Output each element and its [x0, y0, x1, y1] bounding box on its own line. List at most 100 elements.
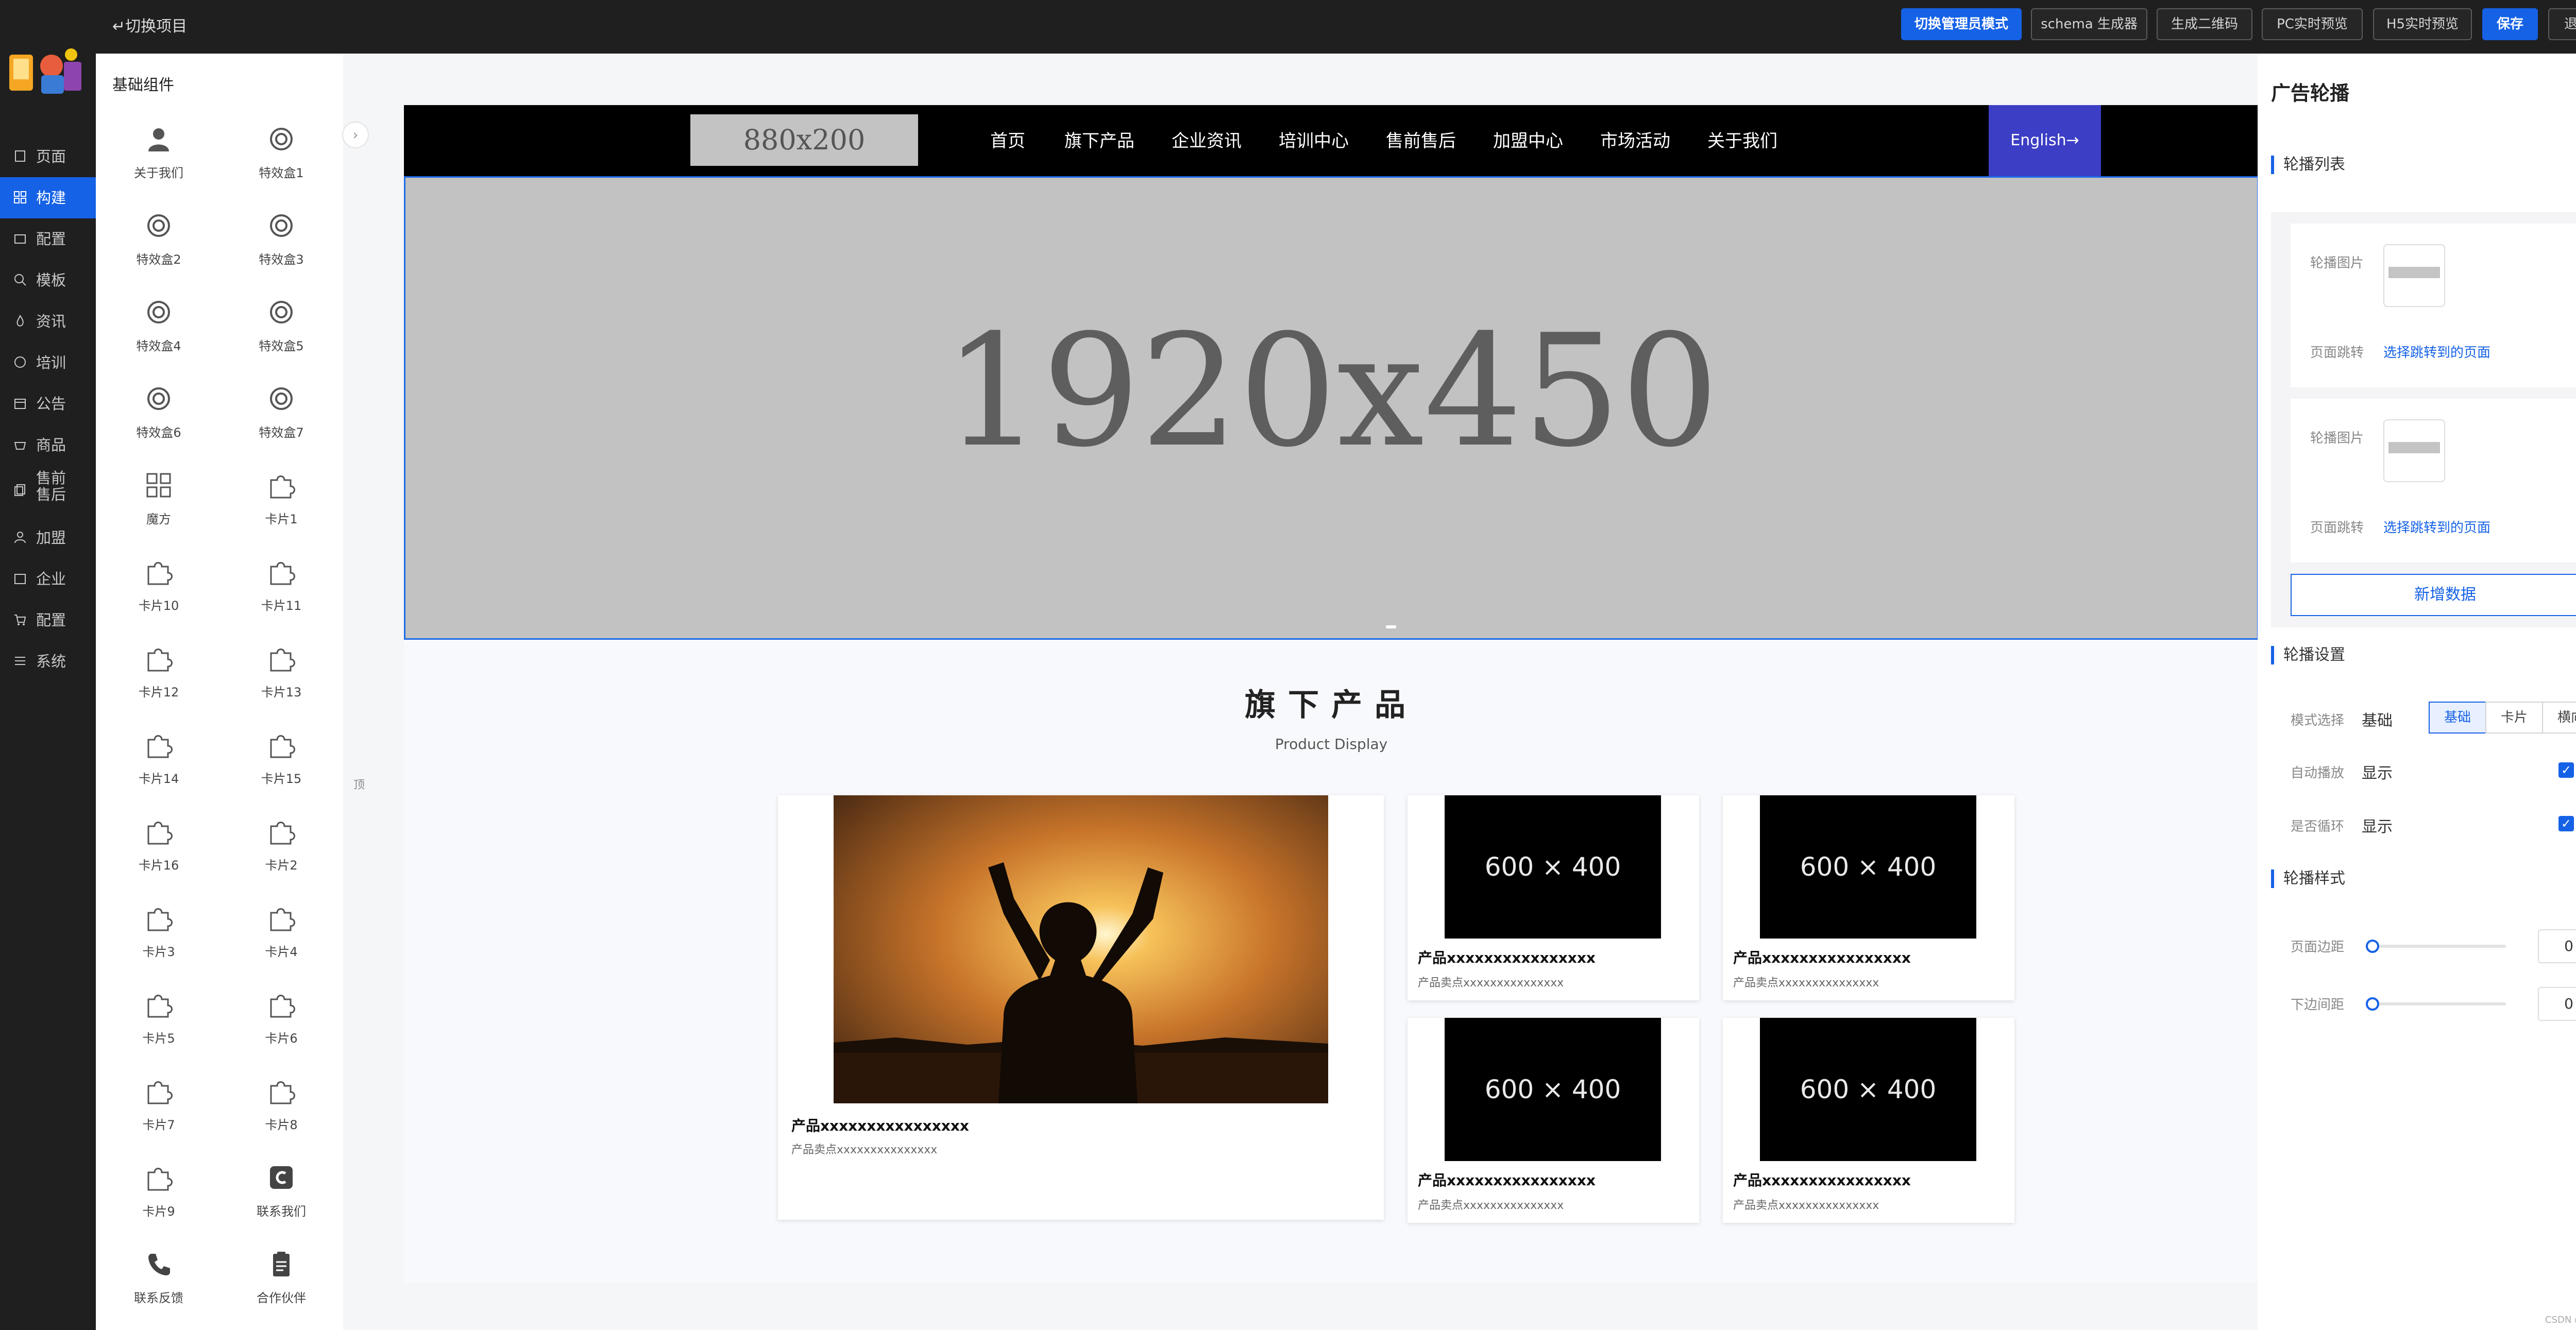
select-jump-page-link[interactable]: 选择跳转到的页面: [2383, 342, 2490, 361]
contact-icon: [270, 1166, 293, 1189]
field-label: 轮播图片: [2310, 431, 2364, 446]
save-button[interactable]: 保存: [2482, 8, 2538, 40]
page-margin-slider-handle[interactable]: [2366, 940, 2379, 953]
product-card-small[interactable]: 600 × 400 产品xxxxxxxxxxxxxxxx 产品卖点xxxxxxx…: [1723, 795, 2014, 1000]
component-effect-box-3[interactable]: 特效盒3: [230, 211, 333, 288]
nav-label: 系统: [36, 653, 66, 670]
autoplay-value: 显示: [2362, 764, 2393, 782]
generate-qrcode-button[interactable]: 生成二维码: [2157, 8, 2252, 40]
loop-checkbox[interactable]: ✓: [2558, 816, 2574, 831]
component-label: 卡片10: [138, 599, 179, 613]
component-effect-box-6[interactable]: 特效盒6: [107, 384, 210, 462]
nav-item-aftersales[interactable]: 售前售后: [0, 466, 96, 515]
nav-item-news[interactable]: 资讯: [0, 301, 96, 342]
carousel-item: 轮播图片 页面跳转 选择跳转到的页面: [2291, 224, 2576, 387]
page-margin-input[interactable]: 0: [2538, 929, 2576, 963]
component-card-14[interactable]: 卡片14: [107, 730, 210, 808]
list-icon: [15, 657, 25, 665]
autoplay-checkbox[interactable]: ✓: [2558, 762, 2574, 778]
carousel-image-thumb[interactable]: [2383, 244, 2445, 307]
component-card-16[interactable]: 卡片16: [107, 817, 210, 894]
site-nav-aftersales[interactable]: 售前售后: [1386, 127, 1456, 152]
component-magic-cube[interactable]: 魔方: [107, 471, 210, 548]
bottom-spacing-slider[interactable]: [2372, 1002, 2506, 1005]
component-card-13[interactable]: 卡片13: [230, 644, 333, 721]
mode-option-basic[interactable]: 基础: [2429, 702, 2486, 734]
bottom-spacing-input[interactable]: 0: [2538, 987, 2576, 1021]
component-effect-box-4[interactable]: 特效盒4: [107, 298, 210, 375]
site-nav-training[interactable]: 培训中心: [1279, 127, 1349, 152]
nav-item-build[interactable]: 构建: [0, 177, 96, 218]
product-desc: 产品卖点xxxxxxxxxxxxxxx: [1733, 1199, 1879, 1212]
mode-option-card[interactable]: 卡片: [2485, 702, 2543, 734]
nav-item-training[interactable]: 培训: [0, 342, 96, 383]
admin-mode-button[interactable]: 切换管理员模式: [1901, 8, 2022, 40]
collapse-panel-button[interactable]: ›: [342, 122, 369, 148]
field-label: 模式选择: [2291, 713, 2345, 728]
component-about-us[interactable]: 关于我们: [107, 125, 210, 202]
nav-item-template[interactable]: 模板: [0, 260, 96, 301]
component-label: 特效盒4: [136, 339, 181, 353]
nav-label: 资讯: [36, 313, 66, 330]
english-button[interactable]: English→: [1989, 105, 2101, 176]
nav-item-franchise[interactable]: 加盟: [0, 517, 96, 558]
page-margin-slider[interactable]: [2372, 945, 2506, 948]
component-card-2[interactable]: 卡片2: [230, 817, 333, 894]
nav-item-system[interactable]: 系统: [0, 641, 96, 682]
component-partners[interactable]: 合作伙伴: [230, 1250, 333, 1327]
component-card-5[interactable]: 卡片5: [107, 990, 210, 1067]
product-card-large[interactable]: 产品xxxxxxxxxxxxxxxx 产品卖点xxxxxxxxxxxxxxx: [778, 795, 1384, 1220]
site-nav-franchise[interactable]: 加盟中心: [1493, 127, 1563, 152]
component-label: 特效盒6: [136, 425, 181, 440]
puzzle-icon: [147, 562, 173, 585]
nav-item-config-2[interactable]: 配置: [0, 600, 96, 641]
pc-preview-button[interactable]: PC实时预览: [2262, 8, 2363, 40]
select-jump-page-link[interactable]: 选择跳转到的页面: [2383, 517, 2490, 536]
product-card-small[interactable]: 600 × 400 产品xxxxxxxxxxxxxxxx 产品卖点xxxxxxx…: [1723, 1018, 2014, 1223]
switch-project-link[interactable]: ↵切换项目: [112, 13, 187, 40]
nav-item-goods[interactable]: 商品: [0, 424, 96, 466]
component-card-6[interactable]: 卡片6: [230, 990, 333, 1067]
component-label: 卡片12: [138, 685, 179, 700]
puzzle-icon: [270, 908, 295, 931]
component-card-11[interactable]: 卡片11: [230, 557, 333, 635]
component-card-10[interactable]: 卡片10: [107, 557, 210, 635]
schema-generator-button[interactable]: schema 生成器: [2031, 8, 2147, 40]
component-card-8[interactable]: 卡片8: [230, 1077, 333, 1154]
exit-button[interactable]: 退出: [2548, 8, 2576, 40]
product-card-small[interactable]: 600 × 400 产品xxxxxxxxxxxxxxxx 产品卖点xxxxxxx…: [1408, 1018, 1699, 1223]
component-feedback[interactable]: 联系反馈: [107, 1250, 210, 1327]
site-nav-news[interactable]: 企业资讯: [1172, 127, 1242, 152]
site-nav-about[interactable]: 关于我们: [1707, 127, 1777, 152]
component-effect-box-1[interactable]: 特效盒1: [230, 125, 333, 202]
component-card-12[interactable]: 卡片12: [107, 644, 210, 721]
nav-item-page[interactable]: 页面: [0, 136, 96, 177]
product-name: 产品xxxxxxxxxxxxxxxx: [1733, 1172, 1911, 1189]
component-card-9[interactable]: 卡片9: [107, 1163, 210, 1240]
product-card-small[interactable]: 600 × 400 产品xxxxxxxxxxxxxxxx 产品卖点xxxxxxx…: [1408, 795, 1699, 1000]
component-card-1[interactable]: 卡片1: [230, 471, 333, 548]
site-nav-marketing[interactable]: 市场活动: [1600, 127, 1670, 152]
component-card-3[interactable]: 卡片3: [107, 903, 210, 981]
component-contact-us[interactable]: 联系我们: [230, 1163, 333, 1240]
mode-option-horizontal[interactable]: 横向: [2542, 702, 2576, 734]
carousel-image-thumb[interactable]: [2383, 419, 2445, 482]
component-card-7[interactable]: 卡片7: [107, 1077, 210, 1154]
site-logo-placeholder[interactable]: 880x200: [690, 114, 918, 166]
site-nav-products[interactable]: 旗下产品: [1064, 127, 1134, 152]
lifebuoy-icon: [147, 387, 170, 410]
component-effect-box-7[interactable]: 特效盒7: [230, 384, 333, 462]
nav-item-enterprise[interactable]: 企业: [0, 558, 96, 600]
component-card-15[interactable]: 卡片15: [230, 730, 333, 808]
site-nav-home[interactable]: 首页: [990, 127, 1025, 152]
add-item-button[interactable]: 新增数据: [2291, 574, 2576, 616]
component-card-4[interactable]: 卡片4: [230, 903, 333, 981]
carousel-indicator[interactable]: [1386, 625, 1396, 628]
h5-preview-button[interactable]: H5实时预览: [2373, 8, 2472, 40]
grid-icon: [146, 473, 171, 498]
component-effect-box-5[interactable]: 特效盒5: [230, 298, 333, 375]
nav-item-config[interactable]: 配置: [0, 218, 96, 260]
component-effect-box-2[interactable]: 特效盒2: [107, 211, 210, 288]
nav-item-notice[interactable]: 公告: [0, 383, 96, 424]
bottom-spacing-slider-handle[interactable]: [2366, 997, 2379, 1011]
